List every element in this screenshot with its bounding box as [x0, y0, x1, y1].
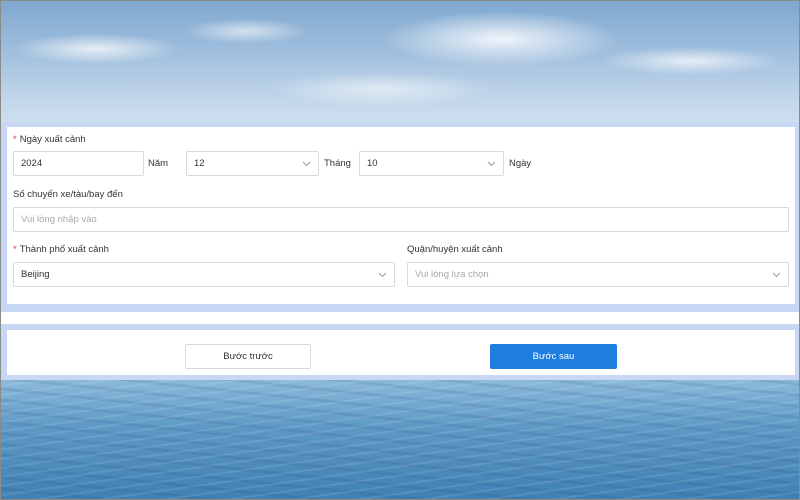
- year-unit-label: Năm: [148, 158, 169, 169]
- next-step-button[interactable]: Bước sau: [490, 344, 617, 369]
- flight-number-label: Số chuyến xe/tàu/bay đến: [13, 189, 123, 200]
- year-input[interactable]: 2024: [13, 151, 144, 176]
- action-card: Bước trước Bước sau: [7, 330, 795, 375]
- departure-city-select[interactable]: Beijing: [13, 262, 395, 287]
- sky-background: [1, 1, 799, 126]
- flight-number-placeholder: Vui lòng nhập vào: [21, 214, 97, 225]
- flight-number-input[interactable]: Vui lòng nhập vào: [13, 207, 789, 232]
- required-mark: *: [13, 134, 17, 145]
- day-unit-label: Ngày: [509, 158, 532, 169]
- chevron-down-icon: [771, 270, 781, 280]
- day-select[interactable]: 10: [359, 151, 504, 176]
- month-select[interactable]: 12: [186, 151, 319, 176]
- form-card: * Ngày xuất cảnh 2024 Năm 12 Tháng 10 Ngà…: [7, 127, 795, 304]
- required-mark: *: [13, 244, 17, 255]
- chevron-down-icon: [301, 159, 311, 169]
- chevron-down-icon: [486, 159, 496, 169]
- chevron-down-icon: [377, 270, 387, 280]
- departure-district-label: Quận/huyện xuất cảnh: [407, 244, 503, 255]
- previous-step-button[interactable]: Bước trước: [185, 344, 311, 369]
- month-value: 12: [194, 158, 205, 169]
- departure-city-label: * Thành phố xuất cảnh: [13, 244, 109, 255]
- departure-district-placeholder: Vui lòng lựa chọn: [415, 269, 489, 280]
- sea-background: [1, 376, 799, 499]
- year-value: 2024: [21, 158, 43, 169]
- departure-city-value: Beijing: [21, 269, 50, 280]
- page: * Ngày xuất cảnh 2024 Năm 12 Tháng 10 Ngà…: [0, 0, 800, 500]
- departure-district-select[interactable]: Vui lòng lựa chọn: [407, 262, 789, 287]
- day-value: 10: [367, 158, 378, 169]
- departure-date-label: * Ngày xuất cảnh: [13, 134, 86, 145]
- month-unit-label: Tháng: [324, 158, 351, 169]
